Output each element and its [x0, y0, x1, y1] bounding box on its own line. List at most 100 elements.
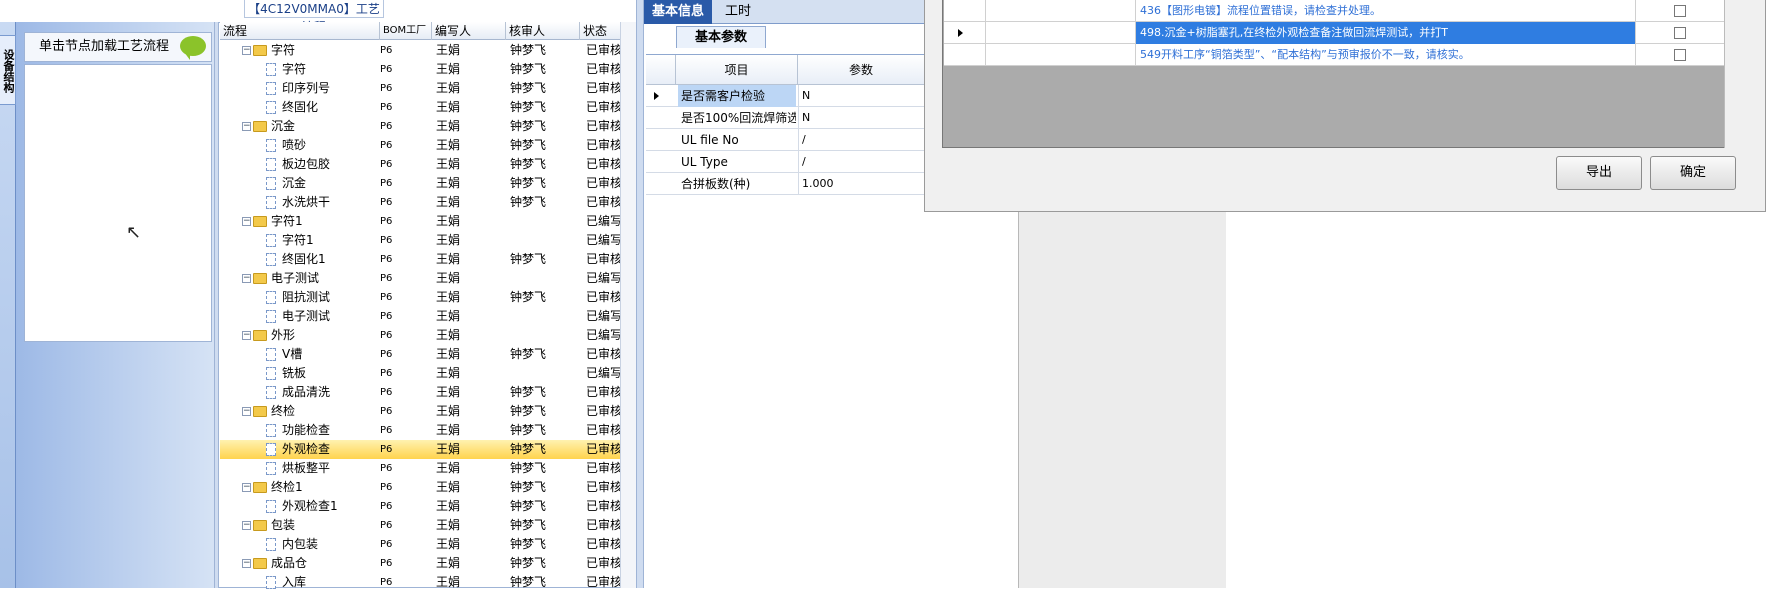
tree-node[interactable]: V槽 — [266, 345, 396, 364]
tree-row[interactable]: 外观检查1 P6 王娟 钟梦飞 已审核 — [220, 497, 620, 516]
tree-row[interactable]: 铣板 P6 王娟 已编写 — [220, 364, 620, 383]
tree-node[interactable]: − 电子测试 — [242, 269, 372, 288]
tab-basic-info[interactable]: 基本信息 — [644, 0, 712, 24]
checkbox[interactable] — [1674, 5, 1686, 17]
tree-row[interactable]: − 沉金 P6 王娟 钟梦飞 已审核 — [220, 117, 620, 136]
tree-node[interactable]: − 终检1 — [242, 478, 372, 497]
tree-scrollbar[interactable] — [620, 22, 636, 588]
tree-node[interactable]: 入库 — [266, 573, 396, 592]
tree-row[interactable]: − 成品仓 P6 王娟 钟梦飞 已审核 — [220, 554, 620, 573]
tree-node[interactable]: 喷砂 — [266, 136, 396, 155]
tree-row[interactable]: 沉金 P6 王娟 钟梦飞 已审核 — [220, 174, 620, 193]
ok-button[interactable]: 确定 — [1650, 156, 1736, 190]
collapse-icon[interactable]: − — [242, 122, 251, 131]
tree-node[interactable]: 终固化 — [266, 98, 396, 117]
collapse-icon[interactable]: − — [242, 407, 251, 416]
tree-row[interactable]: 外观检查 P6 王娟 钟梦飞 已审核 — [220, 440, 620, 459]
tree-row[interactable]: 终固化1 P6 王娟 钟梦飞 已审核 — [220, 250, 620, 269]
tree-row[interactable]: 电子测试 P6 王娟 已编写 — [220, 307, 620, 326]
tree-node[interactable]: − 成品仓 — [242, 554, 372, 573]
tree-node[interactable]: 成品清洗 — [266, 383, 396, 402]
tree-row[interactable]: 终固化 P6 王娟 钟梦飞 已审核 — [220, 98, 620, 117]
tree-row[interactable]: − 电子测试 P6 王娟 已编写 — [220, 269, 620, 288]
tree-row[interactable]: − 外形 P6 王娟 已编写 — [220, 326, 620, 345]
tree-row[interactable]: − 终检 P6 王娟 钟梦飞 已审核 — [220, 402, 620, 421]
tree-row[interactable]: 水洗烘干 P6 王娟 钟梦飞 已审核 — [220, 193, 620, 212]
params-row[interactable]: 是否需客户检验 N — [646, 85, 924, 107]
left-panel-body[interactable] — [24, 64, 212, 342]
param-value[interactable]: / — [798, 151, 924, 173]
tree-node[interactable]: 终固化1 — [266, 250, 396, 269]
collapse-icon[interactable]: − — [242, 46, 251, 55]
tree-row[interactable]: 内包装 P6 王娟 钟梦飞 已审核 — [220, 535, 620, 554]
tree-node[interactable]: 印序列号 — [266, 79, 396, 98]
tree-node[interactable]: 沉金 — [266, 174, 396, 193]
column-header-reviewer[interactable]: 核审人 — [506, 22, 580, 40]
param-value[interactable]: 1.000 — [798, 173, 924, 195]
tree-row[interactable]: 入库 P6 王娟 钟梦飞 已审核 — [220, 573, 620, 592]
tree-row[interactable]: − 字符1 P6 王娟 已编写 — [220, 212, 620, 231]
param-value[interactable]: N — [798, 85, 924, 107]
row-indicator[interactable] — [944, 0, 986, 22]
splitter[interactable] — [636, 0, 644, 588]
tree-node[interactable]: − 沉金 — [242, 117, 372, 136]
collapse-icon[interactable]: − — [242, 274, 251, 283]
checkbox[interactable] — [1674, 27, 1686, 39]
tree-node[interactable]: 烘板整平 — [266, 459, 396, 478]
collapse-icon[interactable]: − — [242, 331, 251, 340]
tree-node[interactable]: − 外形 — [242, 326, 372, 345]
tree-row[interactable]: 成品清洗 P6 王娟 钟梦飞 已审核 — [220, 383, 620, 402]
speech-bubble-icon[interactable] — [180, 36, 206, 60]
tree-node[interactable]: − 字符 — [242, 41, 372, 60]
tree-node[interactable]: 电子测试 — [266, 307, 396, 326]
tree-row[interactable]: − 字符 P6 王娟 钟梦飞 已审核 — [220, 41, 620, 60]
tree-node[interactable]: 阻抗测试 — [266, 288, 396, 307]
column-header-writer[interactable]: 编写人 — [432, 22, 506, 40]
tree-row[interactable]: 阻抗测试 P6 王娟 钟梦飞 已审核 — [220, 288, 620, 307]
tree-row[interactable]: 字符 P6 王娟 钟梦飞 已审核 — [220, 60, 620, 79]
collapse-icon[interactable]: − — [242, 483, 251, 492]
tree-row[interactable]: 功能检查 P6 王娟 钟梦飞 已审核 — [220, 421, 620, 440]
tree-node[interactable]: − 字符1 — [242, 212, 372, 231]
tab-working-hours[interactable]: 工时 — [718, 0, 758, 24]
tree-row[interactable]: 印序列号 P6 王娟 钟梦飞 已审核 — [220, 79, 620, 98]
column-header-status[interactable]: 状态 — [580, 22, 620, 40]
tree-node[interactable]: 字符1 — [266, 231, 396, 250]
collapse-icon[interactable]: − — [242, 521, 251, 530]
grid-row[interactable]: 498.沉金+树脂塞孔,在终检外观检查备注做回流焊测试，并打T — [944, 22, 1724, 44]
column-header-process[interactable]: 流程 — [220, 22, 380, 40]
subtab-basic-params[interactable]: 基本参数 — [676, 26, 766, 48]
tree-row[interactable]: − 终检1 P6 王娟 钟梦飞 已审核 — [220, 478, 620, 497]
export-button[interactable]: 导出 — [1556, 156, 1642, 190]
tree-node[interactable]: 外观检查 — [266, 440, 396, 459]
tree-row[interactable]: V槽 P6 王娟 钟梦飞 已审核 — [220, 345, 620, 364]
column-header-item[interactable]: 项目 — [676, 55, 798, 85]
tree-row[interactable]: 烘板整平 P6 王娟 钟梦飞 已审核 — [220, 459, 620, 478]
grid-row[interactable]: 436【图形电镀】流程位置错误，请检查并处理。 — [944, 0, 1724, 22]
param-value[interactable]: / — [798, 129, 924, 151]
row-indicator[interactable] — [944, 44, 986, 66]
column-header-bom-factory[interactable]: BOM工厂 — [380, 22, 432, 40]
params-row[interactable]: UL Type / — [646, 151, 924, 173]
checkbox[interactable] — [1674, 49, 1686, 61]
tree-node[interactable]: 板边包胶 — [266, 155, 396, 174]
row-indicator[interactable] — [944, 22, 986, 44]
tree-node[interactable]: 水洗烘干 — [266, 193, 396, 212]
grid-row[interactable]: 549开料工序“铜箔类型”、“配本结构”与预审报价不一致，请核实。 — [944, 44, 1724, 66]
tree-node[interactable]: − 包装 — [242, 516, 372, 535]
collapse-icon[interactable]: − — [242, 559, 251, 568]
collapse-icon[interactable]: − — [242, 217, 251, 226]
params-row[interactable]: 是否100%回流焊筛选 N — [646, 107, 924, 129]
params-row[interactable]: 合拼板数(种) 1.000 — [646, 173, 924, 195]
tree-node[interactable]: 功能检查 — [266, 421, 396, 440]
param-value[interactable]: N — [798, 107, 924, 129]
column-header-param[interactable]: 参数 — [798, 55, 924, 85]
tree-node[interactable]: 外观检查1 — [266, 497, 396, 516]
dialog-grid-scrollbar[interactable] — [1724, 0, 1738, 148]
tree-node[interactable]: 内包装 — [266, 535, 396, 554]
tree-row[interactable]: 喷砂 P6 王娟 钟梦飞 已审核 — [220, 136, 620, 155]
tree-node[interactable]: − 终检 — [242, 402, 372, 421]
tab-equipment-structure[interactable]: 设备结构 — [0, 35, 16, 105]
tree-node[interactable]: 铣板 — [266, 364, 396, 383]
params-row[interactable]: UL file No / — [646, 129, 924, 151]
